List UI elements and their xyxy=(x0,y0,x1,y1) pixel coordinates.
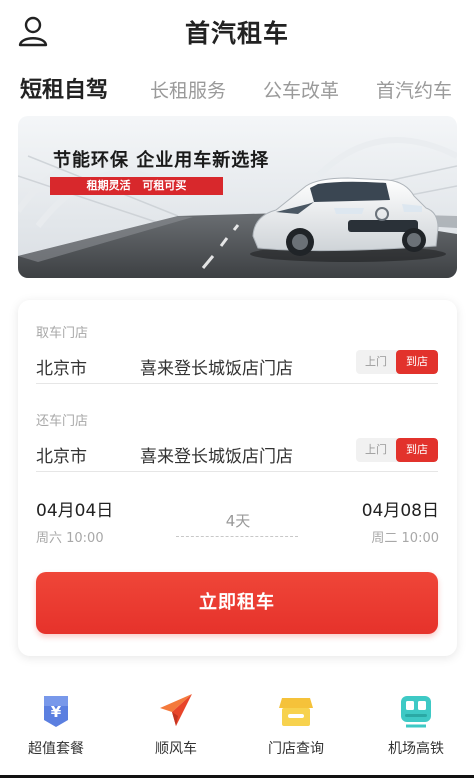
quick-nav-label: 顺风车 xyxy=(155,741,197,757)
banner-headline: 节能环保 企业用车新选择 xyxy=(53,150,270,171)
paper-plane-icon xyxy=(156,690,196,730)
tab-short-term-rental[interactable]: 短租自驾 xyxy=(20,72,108,104)
service-tabs: 短租自驾 长租服务 公车改革 首汽约车 xyxy=(0,70,474,110)
pickup-mode-toggle: 上门 到店 xyxy=(356,350,438,374)
quick-nav-value-package[interactable]: ¥ 超值套餐 xyxy=(1,690,111,758)
pickup-door-to-door-option[interactable]: 上门 xyxy=(356,350,396,374)
pickup-time: 周六 10:00 xyxy=(36,531,104,546)
train-icon xyxy=(396,690,436,730)
app-title: 首汽租车 xyxy=(184,19,289,48)
return-in-store-option[interactable]: 到店 xyxy=(396,438,438,462)
pickup-city[interactable]: 北京市 xyxy=(36,354,87,379)
pickup-in-store-option[interactable]: 到店 xyxy=(396,350,438,374)
quick-nav-label: 超值套餐 xyxy=(28,741,84,757)
return-date: 04月08日 xyxy=(361,501,439,521)
return-mode-toggle: 上门 到店 xyxy=(356,438,438,462)
pickup-datetime[interactable]: 04月04日 周六 10:00 xyxy=(36,496,113,546)
return-store-label: 还车门店 xyxy=(36,414,89,429)
quick-nav-rideshare[interactable]: 顺风车 xyxy=(121,690,231,758)
store-icon xyxy=(276,690,316,730)
quick-nav-label: 机场高铁 xyxy=(388,741,444,757)
quick-nav-store-lookup[interactable]: 门店查询 xyxy=(241,690,351,758)
tab-long-term-service[interactable]: 长租服务 xyxy=(150,76,226,103)
booking-card: 取车门店 北京市 喜来登长城饭店门店 上门 到店 还车门店 北京市 喜来登长城饭… xyxy=(18,300,457,656)
value-package-icon: ¥ xyxy=(36,690,76,730)
return-datetime[interactable]: 04月08日 周二 10:00 xyxy=(362,496,439,546)
quick-nav-airport-rail[interactable]: 机场高铁 xyxy=(361,690,471,758)
return-store[interactable]: 喜来登长城饭店门店 xyxy=(140,442,293,467)
rental-duration: 4天 xyxy=(225,512,251,530)
tab-shouqi-ride[interactable]: 首汽约车 xyxy=(376,76,452,103)
return-location-row: 北京市 喜来登长城饭店门店 上门 到店 xyxy=(36,436,438,472)
quick-nav-label: 门店查询 xyxy=(268,741,324,757)
promo-banner[interactable]: 节能环保 企业用车新选择 租期灵活 可租可买 xyxy=(18,116,457,278)
app-header: 首汽租车 xyxy=(0,0,474,62)
return-time: 周二 10:00 xyxy=(371,531,439,546)
duration-divider xyxy=(176,536,298,537)
svg-text:¥: ¥ xyxy=(51,703,62,721)
quick-nav: ¥ 超值套餐 顺风车 门店查询 机场高铁 xyxy=(0,690,474,778)
pickup-store-label: 取车门店 xyxy=(36,326,89,341)
banner-tagline: 租期灵活 可租可买 xyxy=(50,177,223,195)
banner-image xyxy=(18,116,457,278)
pickup-location-row: 北京市 喜来登长城饭店门店 上门 到店 xyxy=(36,348,438,384)
tab-official-car-reform[interactable]: 公车改革 xyxy=(263,76,339,103)
return-city[interactable]: 北京市 xyxy=(36,442,87,467)
pickup-store[interactable]: 喜来登长城饭店门店 xyxy=(140,354,293,379)
rent-now-button[interactable]: 立即租车 xyxy=(36,572,438,634)
pickup-date: 04月04日 xyxy=(36,501,114,521)
return-door-to-door-option[interactable]: 上门 xyxy=(356,438,396,462)
